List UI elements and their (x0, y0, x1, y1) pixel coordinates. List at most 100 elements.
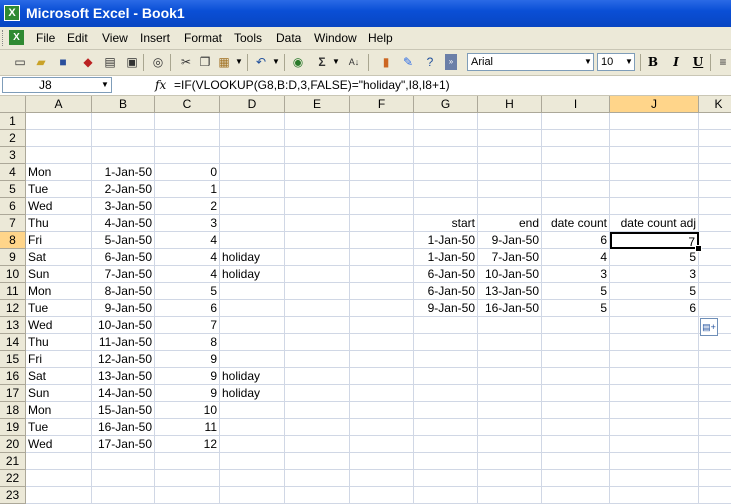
cell-j16[interactable] (610, 368, 699, 385)
cell-a9[interactable]: Sat (26, 249, 92, 266)
cell-b15[interactable]: 12-Jan-50 (92, 351, 155, 368)
cell-f6[interactable] (350, 198, 414, 215)
cell-b2[interactable] (92, 130, 155, 147)
cell-e17[interactable] (285, 385, 350, 402)
cell-h5[interactable] (478, 181, 542, 198)
cell-c15[interactable]: 9 (155, 351, 220, 368)
help-icon[interactable]: ? (422, 54, 438, 70)
cell-h9[interactable]: 7-Jan-50 (478, 249, 542, 266)
row-header-12[interactable]: 12 (0, 300, 26, 317)
cell-i8[interactable]: 6 (542, 232, 610, 249)
row-header-19[interactable]: 19 (0, 419, 26, 436)
cell-h3[interactable] (478, 147, 542, 164)
cell-i9[interactable]: 4 (542, 249, 610, 266)
cell-j22[interactable] (610, 470, 699, 487)
cell-a13[interactable]: Wed (26, 317, 92, 334)
cell-g21[interactable] (414, 453, 478, 470)
cell-a18[interactable]: Mon (26, 402, 92, 419)
cell-i12[interactable]: 5 (542, 300, 610, 317)
cell-a11[interactable]: Mon (26, 283, 92, 300)
cell-h11[interactable]: 13-Jan-50 (478, 283, 542, 300)
cell-a20[interactable]: Wed (26, 436, 92, 453)
cell-e18[interactable] (285, 402, 350, 419)
cell-j2[interactable] (610, 130, 699, 147)
cell-g14[interactable] (414, 334, 478, 351)
cell-c11[interactable]: 5 (155, 283, 220, 300)
row-header-23[interactable]: 23 (0, 487, 26, 504)
cell-i1[interactable] (542, 113, 610, 130)
cell-d17[interactable]: holiday (220, 385, 285, 402)
row-header-15[interactable]: 15 (0, 351, 26, 368)
cell-d5[interactable] (220, 181, 285, 198)
name-box[interactable]: J8 (2, 77, 112, 93)
cell-f1[interactable] (350, 113, 414, 130)
cell-d8[interactable] (220, 232, 285, 249)
cell-b21[interactable] (92, 453, 155, 470)
undo-icon[interactable]: ↶ (253, 54, 269, 70)
cell-a21[interactable] (26, 453, 92, 470)
cell-d1[interactable] (220, 113, 285, 130)
menu-tools[interactable]: Tools (234, 31, 262, 45)
cell-d13[interactable] (220, 317, 285, 334)
cell-h16[interactable] (478, 368, 542, 385)
cell-f5[interactable] (350, 181, 414, 198)
cell-k23[interactable] (699, 487, 731, 504)
cell-a8[interactable]: Fri (26, 232, 92, 249)
cell-e19[interactable] (285, 419, 350, 436)
cell-e23[interactable] (285, 487, 350, 504)
cell-g22[interactable] (414, 470, 478, 487)
cell-h4[interactable] (478, 164, 542, 181)
cell-j4[interactable] (610, 164, 699, 181)
cell-a22[interactable] (26, 470, 92, 487)
cell-f9[interactable] (350, 249, 414, 266)
cell-e7[interactable] (285, 215, 350, 232)
cell-e4[interactable] (285, 164, 350, 181)
row-header-11[interactable]: 11 (0, 283, 26, 300)
cell-h18[interactable] (478, 402, 542, 419)
cell-h15[interactable] (478, 351, 542, 368)
chart-wizard-icon[interactable]: ▮ (378, 54, 394, 70)
copy-icon[interactable]: ❐ (197, 54, 213, 70)
cell-e11[interactable] (285, 283, 350, 300)
cell-e2[interactable] (285, 130, 350, 147)
cell-h8[interactable]: 9-Jan-50 (478, 232, 542, 249)
cell-f15[interactable] (350, 351, 414, 368)
cell-c18[interactable]: 10 (155, 402, 220, 419)
cell-k12[interactable] (699, 300, 731, 317)
cell-j15[interactable] (610, 351, 699, 368)
cell-a12[interactable]: Tue (26, 300, 92, 317)
cell-f12[interactable] (350, 300, 414, 317)
cell-a7[interactable]: Thu (26, 215, 92, 232)
italic-button[interactable]: I (668, 54, 684, 70)
cell-k6[interactable] (699, 198, 731, 215)
save-icon[interactable]: ■ (55, 54, 71, 70)
menu-insert[interactable]: Insert (140, 31, 170, 45)
cell-k22[interactable] (699, 470, 731, 487)
research-icon[interactable]: ◎ (150, 54, 166, 70)
cell-k15[interactable] (699, 351, 731, 368)
cell-a3[interactable] (26, 147, 92, 164)
cell-b23[interactable] (92, 487, 155, 504)
cell-k16[interactable] (699, 368, 731, 385)
cell-c19[interactable]: 11 (155, 419, 220, 436)
cell-f14[interactable] (350, 334, 414, 351)
cell-a17[interactable]: Sun (26, 385, 92, 402)
cell-i2[interactable] (542, 130, 610, 147)
cell-h6[interactable] (478, 198, 542, 215)
row-header-18[interactable]: 18 (0, 402, 26, 419)
cell-g5[interactable] (414, 181, 478, 198)
workbook-icon[interactable]: X (9, 30, 24, 45)
cell-e3[interactable] (285, 147, 350, 164)
cell-d11[interactable] (220, 283, 285, 300)
cell-j14[interactable] (610, 334, 699, 351)
cell-f22[interactable] (350, 470, 414, 487)
cell-i18[interactable] (542, 402, 610, 419)
cell-i20[interactable] (542, 436, 610, 453)
row-header-3[interactable]: 3 (0, 147, 26, 164)
cell-i5[interactable] (542, 181, 610, 198)
cell-i21[interactable] (542, 453, 610, 470)
row-header-16[interactable]: 16 (0, 368, 26, 385)
cell-b6[interactable]: 3-Jan-50 (92, 198, 155, 215)
cell-i13[interactable] (542, 317, 610, 334)
cell-d16[interactable]: holiday (220, 368, 285, 385)
